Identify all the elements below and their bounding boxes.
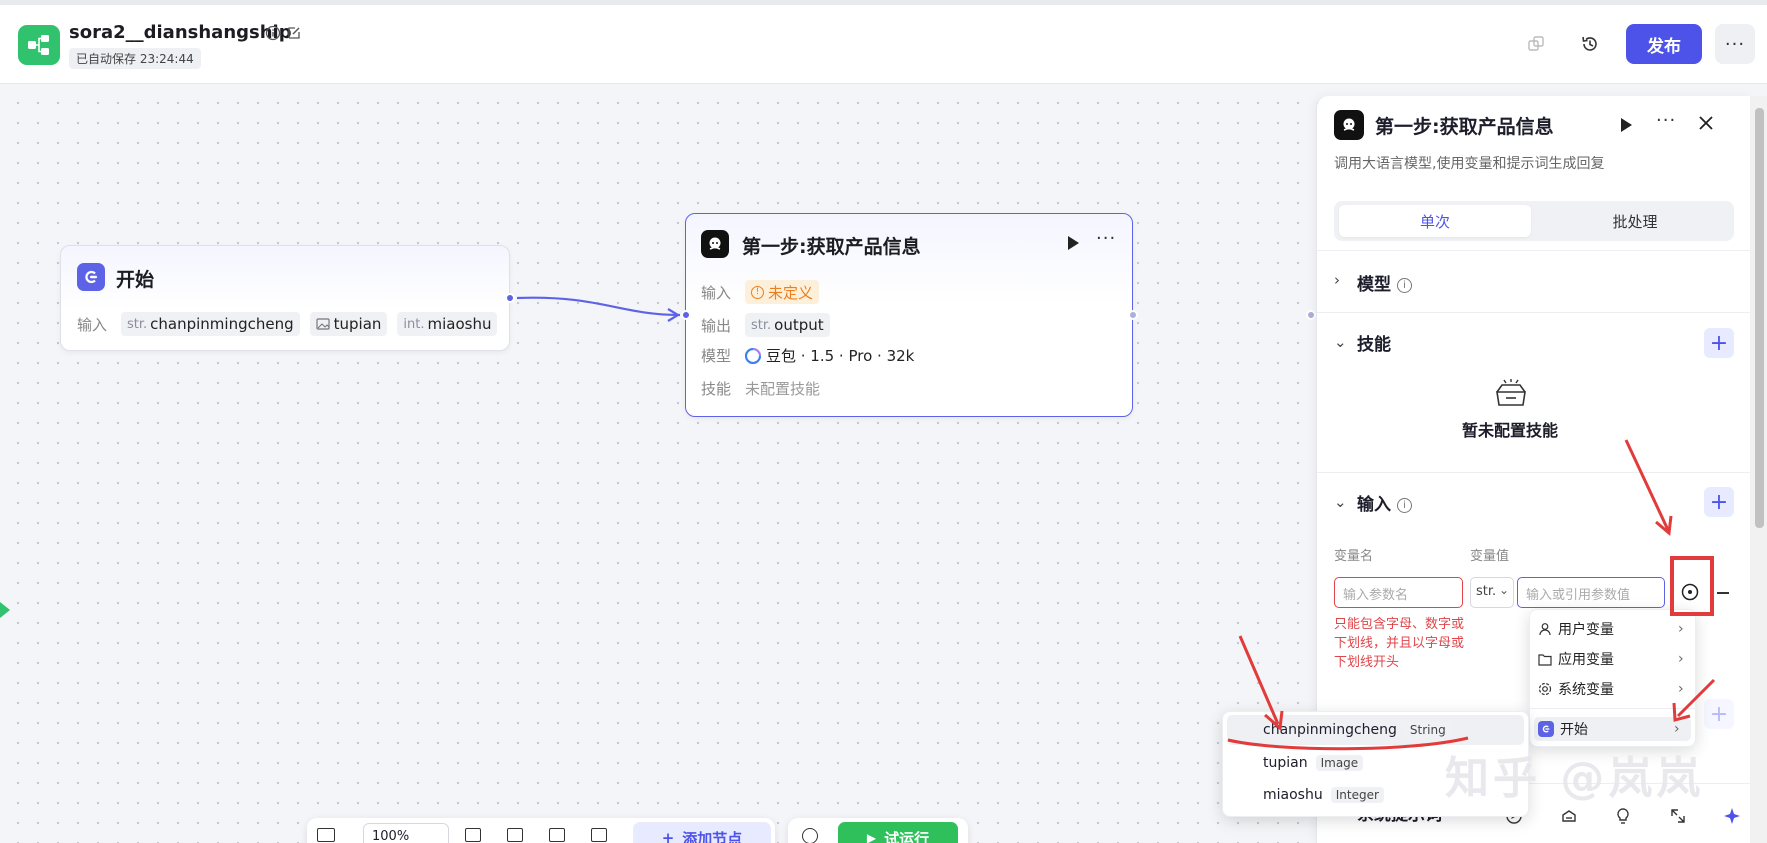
annotation-arrows: [1227, 439, 1716, 751]
watermark: 知乎 @岚岚: [1445, 753, 1705, 804]
